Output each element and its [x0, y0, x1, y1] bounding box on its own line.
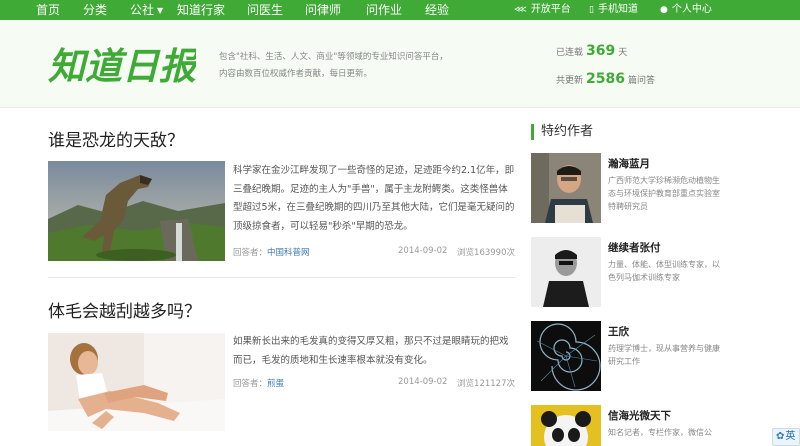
logo-text: 知道日报 [48, 44, 196, 88]
answerer-label: 回答者： [233, 248, 268, 258]
header-tagline: 包含"社科、生活、人文、商业"等领域的专业知识问答平台，内容由数百位权威作者贡献… [219, 52, 448, 79]
answerer-link[interactable]: 中国科普网 [267, 248, 310, 258]
view-count: 浏览163990次 [457, 248, 515, 258]
open-platform-link[interactable]: ⋘ 开放平台 [514, 0, 571, 20]
author-name-wangxin[interactable]: 王欣 [608, 324, 629, 339]
author-avatar-xinhaiguang[interactable] [531, 405, 601, 446]
author-desc-wangxin: 药理学博士，现从事营养与健康研究工作 [608, 344, 720, 366]
author-avatar-wangxin[interactable] [531, 321, 601, 391]
top-navigation-bar: 首页 分类 公社 ▼ 知道行家 问医生 问律师 问作业 经验 ⋘ 开放平台 ▯ 手机知… [0, 0, 800, 20]
author-name-xinhaiguang[interactable]: 信海光微天下 [608, 408, 671, 423]
days-suffix: 天 [618, 48, 628, 58]
featured-authors-heading: 特约作者 [531, 124, 593, 140]
article-title-body-hair[interactable]: 体毛会越刮越多吗？ [48, 297, 201, 322]
answerer-link[interactable]: 煎蛋 [267, 379, 284, 389]
nav-experts[interactable]: 知道行家 [177, 0, 225, 20]
mobile-icon: ▯ [589, 5, 594, 15]
nav-home[interactable]: 首页 [36, 0, 60, 20]
floating-input-widget[interactable]: ✿英 [772, 428, 800, 446]
floating-widget-label: 英 [785, 431, 796, 442]
updates-stat: 共更新 2586 篇问答 [556, 69, 655, 97]
article-meta-dinosaur: 回答者：中国科普网 2014-09-02 浏览163990次 [233, 246, 515, 260]
updates-suffix: 篇问答 [627, 76, 655, 86]
article-excerpt-dinosaur: 科学家在金沙江畔发现了一些奇怪的足迹，足迹距今约2.1亿年，即三叠纪晚期。足迹的… [233, 165, 515, 232]
article-divider [48, 277, 515, 278]
mobile-zhidao-link[interactable]: ▯ 手机知道 [589, 0, 638, 20]
article-date: 2014-09-02 [398, 377, 448, 387]
author-name-hanhai[interactable]: 瀚海蓝月 [608, 156, 650, 171]
author-avatar-hanhai[interactable] [531, 153, 601, 223]
article-date: 2014-09-02 [398, 246, 448, 256]
updates-count: 2586 [586, 71, 625, 87]
article-image-dinosaur[interactable] [48, 161, 225, 261]
author-desc-xinhaiguang: 知名记者，专栏作家，微信公 [608, 428, 712, 437]
chevron-down-icon: ▼ [157, 6, 164, 15]
author-name-zhangfu[interactable]: 继续者张付 [608, 240, 661, 255]
article-excerpt-body-hair: 如果新长出来的毛发真的变得又厚又粗，那只不过是眼睛玩的把戏而已，毛发的质地和生长… [233, 336, 509, 366]
article-image-body-hair[interactable] [48, 333, 225, 431]
nav-category[interactable]: 分类 [83, 0, 107, 20]
mobile-zhidao-label: 手机知道 [597, 4, 638, 15]
article-meta-body-hair: 回答者：煎蛋 2014-09-02 浏览121127次 [233, 377, 515, 391]
user-icon: ● [660, 5, 668, 15]
nav-ask-lawyer[interactable]: 问律师 [305, 0, 341, 20]
open-platform-label: 开放平台 [530, 4, 571, 15]
nav-commune[interactable]: 公社 ▼ [130, 0, 163, 20]
author-desc-zhangfu: 力量、体能、体型训练专家，以色列马伽术训练专家 [608, 260, 720, 282]
nav-experience[interactable]: 经验 [425, 0, 449, 20]
nav-commune-label: 公社 [130, 3, 155, 17]
page-header: 知道日报 包含"社科、生活、人文、商业"等领域的专业知识问答平台，内容由数百位权… [0, 20, 800, 108]
user-center-label: 个人中心 [671, 4, 712, 15]
days-prefix: 已连载 [556, 48, 584, 58]
nav-ask-doctor[interactable]: 问医生 [247, 0, 283, 20]
author-desc-hanhai: 广西师范大学珍稀濒危动植物生态与环境保护教育部重点实验室特聘研究员 [608, 176, 720, 211]
zhidao-daily-logo[interactable]: 知道日报 [46, 32, 196, 90]
article-title-dinosaur[interactable]: 谁是恐龙的天敌？ [48, 126, 184, 151]
author-avatar-zhangfu[interactable] [531, 237, 601, 307]
share-icon: ⋘ [514, 5, 527, 15]
days-stat: 已连载 369 天 [556, 41, 655, 69]
answerer-label: 回答者： [233, 379, 268, 389]
updates-prefix: 共更新 [556, 76, 584, 86]
view-count: 浏览121127次 [457, 379, 515, 389]
days-count: 369 [586, 43, 616, 59]
user-center-link[interactable]: ● 个人中心 [660, 0, 712, 20]
nav-homework[interactable]: 问作业 [366, 0, 402, 20]
paw-icon: ✿ [776, 431, 785, 442]
stats-panel: 已连载 369 天 共更新 2586 篇问答 [556, 41, 655, 97]
